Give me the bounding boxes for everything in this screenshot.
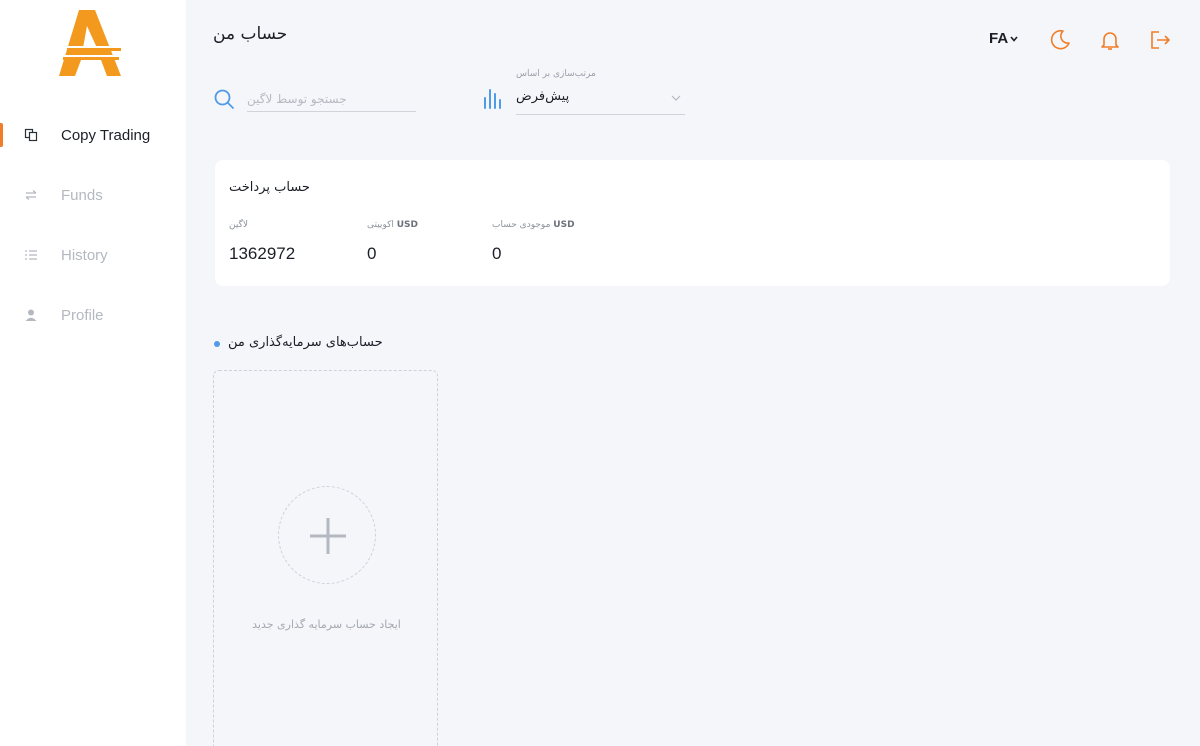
balance-value: 0 xyxy=(492,244,502,263)
sidebar-item-label: Profile xyxy=(61,306,104,324)
create-investment-account-button[interactable]: ایجاد حساب سرمایه گذاری جدید xyxy=(213,370,438,746)
page-title: حساب من xyxy=(213,24,288,44)
sort-select[interactable]: پیش‌فرض xyxy=(516,84,685,115)
chevron-down-icon xyxy=(1010,35,1018,42)
card-title: حساب پرداخت xyxy=(229,180,310,195)
sidebar: Copy Trading Funds History Profile xyxy=(0,0,186,746)
active-indicator xyxy=(0,123,3,147)
payment-account-card: حساب پرداخت لاگین 1362972 اکوییتی USD 0 … xyxy=(215,160,1170,286)
list-icon xyxy=(25,250,37,260)
sidebar-item-profile[interactable]: Profile xyxy=(0,300,186,330)
sort-label: مرتب‌سازی بر اساس xyxy=(516,69,596,79)
section-dot xyxy=(214,341,220,347)
language-selector[interactable]: FA xyxy=(989,30,1018,47)
copy-icon xyxy=(24,128,38,142)
search-icon[interactable] xyxy=(213,88,235,110)
chevron-down-icon xyxy=(671,95,681,101)
user-icon xyxy=(25,309,37,321)
sidebar-item-label: Copy Trading xyxy=(61,126,151,144)
search-input[interactable] xyxy=(247,86,416,112)
sort-value: پیش‌فرض xyxy=(516,89,570,104)
plus-icon xyxy=(310,518,346,554)
login-value: 1362972 xyxy=(229,244,296,263)
bar-chart-icon xyxy=(484,89,501,109)
brand-logo[interactable] xyxy=(55,10,125,78)
moon-icon[interactable] xyxy=(1048,28,1072,52)
language-code: FA xyxy=(989,30,1009,47)
login-label: لاگین xyxy=(229,220,248,230)
create-account-label: ایجاد حساب سرمایه گذاری جدید xyxy=(252,618,401,631)
sidebar-item-label: Funds xyxy=(61,186,103,204)
sidebar-item-funds[interactable]: Funds xyxy=(0,180,186,210)
equity-value: 0 xyxy=(367,244,377,263)
bell-icon[interactable] xyxy=(1098,28,1122,52)
balance-label: موجودی حساب USD xyxy=(492,220,575,230)
equity-label: اکوییتی USD xyxy=(367,220,419,230)
logout-icon[interactable] xyxy=(1148,28,1172,52)
section-title: حساب‌های سرمایه‌گذاری من xyxy=(228,335,383,350)
sidebar-item-history[interactable]: History xyxy=(0,240,186,270)
sidebar-item-copy-trading[interactable]: Copy Trading xyxy=(0,120,186,150)
plus-circle xyxy=(278,486,376,584)
transfer-icon xyxy=(25,190,37,200)
sidebar-item-label: History xyxy=(61,246,108,264)
